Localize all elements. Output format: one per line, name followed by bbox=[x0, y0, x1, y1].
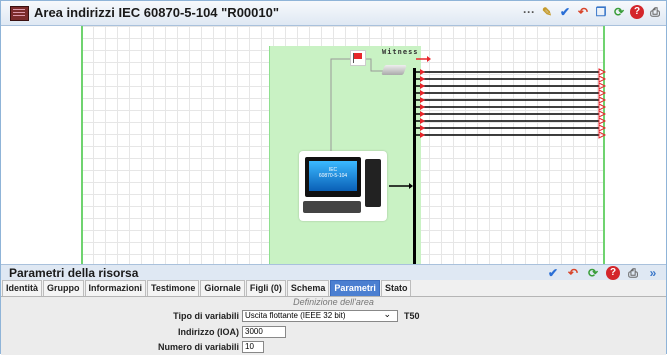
resource-panel-header: Parametri della risorsa ✔ ↶ ⟳ ? ⎙ » bbox=[1, 264, 666, 281]
count-input[interactable] bbox=[242, 341, 264, 353]
output-start-marker bbox=[420, 90, 425, 96]
output-end-marker bbox=[598, 82, 607, 90]
parameters-form: Definizione dell'area Tipo di variabili … bbox=[1, 297, 666, 355]
window-frame: Area indirizzi IEC 60870-5-104 "R00010" … bbox=[0, 0, 667, 355]
address-input[interactable] bbox=[242, 326, 286, 338]
check-icon[interactable]: ✔ bbox=[546, 266, 560, 280]
output-start-marker bbox=[420, 104, 425, 110]
variable-type-label: Tipo di variabili bbox=[173, 311, 239, 321]
chevron-down-icon: ⌄ bbox=[383, 309, 391, 319]
iec-device-node[interactable]: IEC 60870-5-104 bbox=[299, 151, 387, 221]
output-start-marker bbox=[420, 83, 425, 89]
output-end-marker bbox=[598, 89, 607, 97]
output-lines bbox=[416, 68, 607, 139]
refresh-icon[interactable]: ⟳ bbox=[586, 266, 600, 280]
print-icon[interactable]: ⎙ bbox=[626, 266, 640, 280]
output-end-marker bbox=[598, 131, 607, 139]
output-start-marker bbox=[420, 132, 425, 138]
flag-icon[interactable] bbox=[350, 50, 366, 66]
output-start-marker bbox=[420, 125, 425, 131]
tab-schema[interactable]: Schema bbox=[286, 280, 330, 296]
form-section-title: Definizione dell'area bbox=[293, 297, 374, 307]
tab-stato[interactable]: Stato bbox=[380, 280, 412, 296]
keyboard-icon bbox=[303, 201, 361, 213]
tab-giornale[interactable]: Giornale bbox=[200, 280, 245, 296]
output-end-marker bbox=[598, 124, 607, 132]
type-code: T50 bbox=[404, 311, 420, 321]
switch-icon[interactable] bbox=[381, 65, 407, 75]
output-end-marker bbox=[598, 68, 607, 76]
resource-panel-title: Parametri della risorsa bbox=[9, 266, 139, 280]
tab-identita[interactable]: Identità bbox=[2, 280, 43, 296]
expand-icon[interactable]: » bbox=[646, 266, 660, 280]
undo-icon[interactable]: ↶ bbox=[566, 266, 580, 280]
output-end-marker bbox=[598, 117, 607, 125]
tab-testimone[interactable]: Testimone bbox=[147, 280, 200, 296]
output-start-marker bbox=[420, 118, 425, 124]
witness-arrowhead bbox=[427, 56, 431, 62]
output-start-marker bbox=[420, 76, 425, 82]
count-label: Numero di variabili bbox=[157, 342, 239, 352]
connector-line-2 bbox=[363, 58, 383, 72]
output-end-marker bbox=[598, 96, 607, 104]
help-icon[interactable]: ? bbox=[606, 266, 620, 280]
monitor-icon: IEC 60870-5-104 bbox=[305, 157, 361, 197]
output-end-marker bbox=[598, 103, 607, 111]
output-start-marker bbox=[420, 69, 425, 75]
address-label: Indirizzo (IOA) bbox=[178, 327, 239, 337]
output-start-marker bbox=[420, 97, 425, 103]
tab-figli[interactable]: Figli (0) bbox=[245, 280, 286, 296]
device-screen-text: IEC 60870-5-104 bbox=[309, 161, 357, 191]
computer-tower-icon bbox=[365, 159, 381, 207]
witness-label: Witness bbox=[382, 48, 419, 56]
tab-parametri[interactable]: Parametri bbox=[330, 280, 380, 296]
tab-informazioni[interactable]: Informazioni bbox=[84, 280, 147, 296]
connector-line bbox=[330, 58, 351, 151]
resource-tabs: Identità Gruppo Informazioni Testimone G… bbox=[1, 280, 666, 297]
variable-type-select[interactable]: Uscita flottante (IEEE 32 bit) ⌄ bbox=[242, 309, 398, 322]
output-end-marker bbox=[598, 75, 607, 83]
tab-gruppo[interactable]: Gruppo bbox=[43, 280, 84, 296]
output-end-marker bbox=[598, 110, 607, 118]
bus-line bbox=[413, 68, 416, 264]
output-start-marker bbox=[420, 111, 425, 117]
resource-panel-toolbar: ✔ ↶ ⟳ ? ⎙ » bbox=[546, 266, 660, 280]
variable-type-value: Uscita flottante (IEEE 32 bit) bbox=[245, 311, 346, 320]
